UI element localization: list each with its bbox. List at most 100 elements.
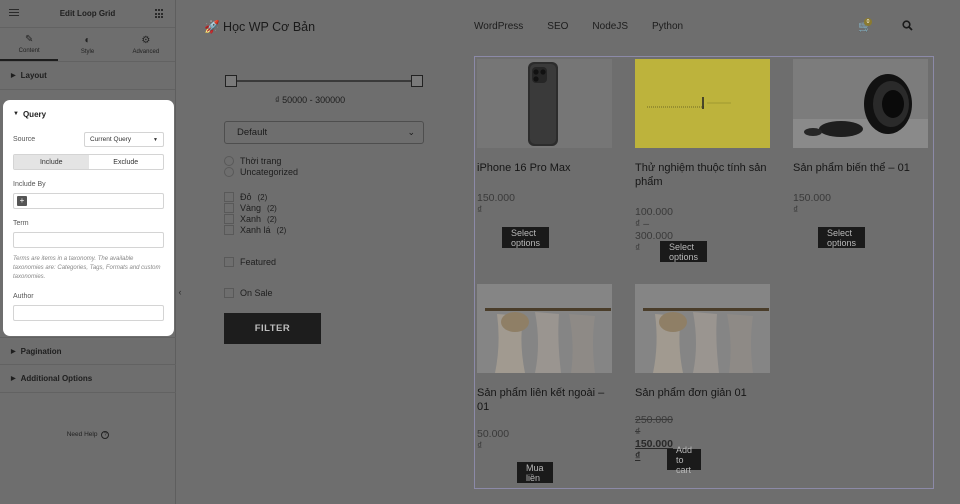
color-label: Xanh	[240, 214, 262, 224]
product-image[interactable]	[793, 59, 928, 148]
panel-tabs: ✎ Content ◐ Style ⚙ Advanced	[0, 28, 175, 62]
section-query-header[interactable]: ▼ Query	[13, 107, 164, 121]
color-count: (2)	[267, 214, 277, 224]
product-title[interactable]: iPhone 16 Pro Max	[477, 161, 617, 175]
help-circle-icon: ?	[101, 431, 110, 439]
include-by-label: Include By	[13, 181, 46, 188]
need-help-link[interactable]: Need Help ?	[0, 431, 176, 439]
category-option[interactable]: Uncategorized	[224, 167, 298, 177]
featured-option[interactable]: Featured	[224, 257, 276, 267]
price-slider-max-handle[interactable]	[411, 75, 423, 87]
sort-select[interactable]: Default ⌄	[224, 121, 424, 144]
product-title[interactable]: Sản phẩm liên kết ngoài – 01	[477, 386, 617, 414]
main-nav: WordPress SEO NodeJS Python	[474, 21, 707, 32]
author-input[interactable]	[13, 305, 164, 321]
color-count: (2)	[267, 203, 277, 213]
apps-grid-icon[interactable]	[155, 9, 165, 19]
radio-button[interactable]	[224, 156, 234, 166]
source-label: Source	[13, 136, 36, 143]
tab-content[interactable]: ✎ Content	[0, 28, 59, 61]
caret-right-icon: ▶	[11, 73, 16, 79]
checkbox[interactable]	[224, 257, 234, 267]
caret-down-icon: ▼	[13, 111, 19, 117]
term-input[interactable]	[13, 232, 164, 248]
price-range-label: ₫ 50000 - 300000	[275, 95, 346, 105]
product-price: 150.000 ₫	[477, 192, 515, 216]
on-sale-option[interactable]: On Sale	[224, 288, 273, 298]
buy-now-button[interactable]: Mua liền	[517, 462, 553, 483]
color-option[interactable]: Xanh lá (2)	[224, 225, 286, 235]
include-tab[interactable]: Include	[14, 155, 89, 169]
panel-header: Edit Loop Grid	[0, 0, 175, 28]
source-select[interactable]: Current Query ▼	[84, 132, 164, 147]
category-option[interactable]: Thời trang	[224, 156, 281, 166]
tab-style[interactable]: ◐ Style	[58, 28, 116, 61]
product-price: 150.000 ₫	[793, 192, 831, 216]
product-title[interactable]: Thử nghiệm thuộc tính sản phẩm	[635, 161, 775, 189]
section-pagination[interactable]: ▶ Pagination	[0, 337, 176, 365]
source-value: Current Query	[90, 136, 132, 143]
category-label: Thời trang	[240, 156, 282, 166]
term-label: Term	[13, 220, 29, 227]
term-hint: Terms are items in a taxonomy. The avail…	[13, 256, 161, 280]
loop-grid[interactable]: iPhone 16 Pro Max 150.000 ₫ Select optio…	[474, 56, 934, 489]
select-options-button[interactable]: Select options	[660, 241, 708, 262]
site-logo[interactable]: 🚀 Học WP Cơ Bản	[204, 20, 315, 35]
section-label: Query	[22, 109, 47, 119]
nav-item-python[interactable]: Python	[652, 21, 683, 32]
caret-right-icon: ▶	[11, 376, 16, 382]
color-label: Đỏ	[240, 192, 252, 202]
color-count: (2)	[257, 192, 268, 202]
product-image[interactable]	[635, 284, 770, 373]
color-label: Xanh lá	[240, 225, 271, 235]
collapse-panel-icon[interactable]: ‹	[176, 285, 184, 299]
product-title[interactable]: Sản phẩm biến thể – 01	[793, 161, 933, 175]
product-image[interactable]	[635, 59, 770, 148]
checkbox[interactable]	[224, 203, 234, 213]
phone-image	[528, 62, 558, 146]
product-image[interactable]	[477, 59, 612, 148]
price-slider-track[interactable]	[230, 80, 418, 82]
search-icon[interactable]	[902, 20, 913, 34]
camera-lens-image	[793, 74, 928, 148]
color-option[interactable]: Đỏ (2)	[224, 192, 267, 202]
chevron-down-icon: ⌄	[407, 127, 415, 137]
include-by-field[interactable]: +	[13, 193, 164, 209]
select-options-button[interactable]: Select options	[502, 227, 550, 248]
select-options-button[interactable]: Select options	[818, 227, 866, 248]
section-additional-options[interactable]: ▶ Additional Options	[0, 365, 176, 393]
tab-advanced[interactable]: ⚙ Advanced	[117, 28, 175, 61]
nav-item-wordpress[interactable]: WordPress	[474, 21, 523, 32]
nav-item-nodejs[interactable]: NodeJS	[592, 21, 628, 32]
radio-button[interactable]	[224, 167, 234, 177]
color-count: (2)	[276, 225, 287, 235]
add-to-cart-button[interactable]: Add to cart	[667, 445, 702, 475]
product-image[interactable]	[477, 284, 612, 373]
towel-rack-image	[643, 308, 769, 373]
placeholder-image	[647, 97, 731, 109]
menu-icon[interactable]	[9, 9, 19, 18]
checkbox[interactable]	[224, 225, 234, 235]
need-help-label: Need Help	[66, 431, 98, 438]
old-price: 250.000 ₫	[635, 414, 673, 438]
color-label: Vàng	[240, 203, 262, 213]
nav-item-seo[interactable]: SEO	[547, 21, 568, 32]
on-sale-label: On Sale	[240, 288, 273, 298]
panel-title: Edit Loop Grid	[59, 9, 116, 18]
product-title[interactable]: Sản phẩm đơn giản 01	[635, 386, 775, 400]
checkbox[interactable]	[224, 288, 234, 298]
tab-label: Content	[18, 47, 40, 54]
add-icon[interactable]: +	[17, 196, 27, 206]
color-option[interactable]: Vàng (2)	[224, 203, 277, 213]
filter-button[interactable]: FILTER	[224, 313, 321, 344]
chevron-down-icon: ▼	[153, 136, 158, 143]
product-price: 50.000 ₫	[477, 428, 510, 452]
exclude-tab[interactable]: Exclude	[89, 155, 164, 169]
site-header: 🚀 Học WP Cơ Bản WordPress SEO NodeJS Pyt…	[184, 0, 960, 56]
checkbox[interactable]	[224, 192, 234, 202]
price-slider-min-handle[interactable]	[225, 75, 237, 87]
pencil-icon: ✎	[24, 33, 34, 45]
section-layout[interactable]: ▶ Layout	[0, 62, 175, 90]
checkbox[interactable]	[224, 214, 234, 224]
color-option[interactable]: Xanh (2)	[224, 214, 277, 224]
